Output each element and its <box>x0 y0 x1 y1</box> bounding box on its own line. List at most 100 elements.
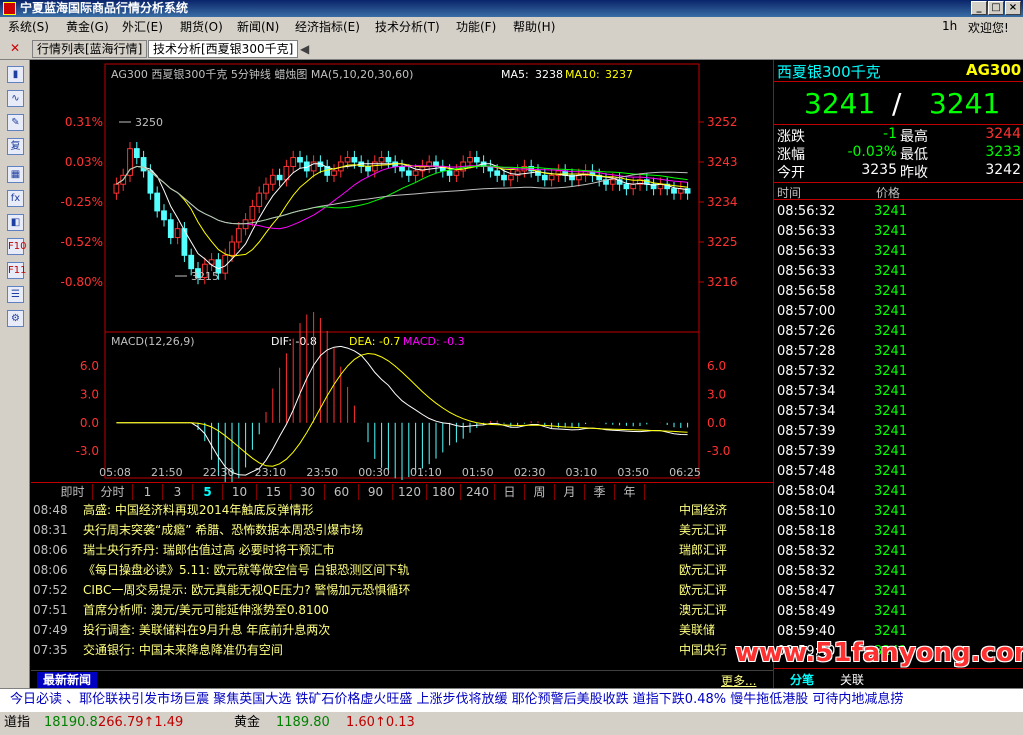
candle-body <box>331 170 337 176</box>
tick-time: 08:58:47 <box>777 584 836 599</box>
time-tick-label: 00:30 <box>358 466 390 479</box>
menu-forex[interactable]: 外汇(E) <box>122 19 163 35</box>
news-title[interactable]: 交通银行: 中国未来降息降准仍有空间 <box>83 640 283 660</box>
chart-svg[interactable]: AG300 西夏银300千克 5分钟线 蜡烛图 MA(5,10,20,30,60… <box>31 60 773 486</box>
news-latest-tab[interactable]: 最新新闻 <box>37 672 97 688</box>
tick-time: 08:58:49 <box>777 604 836 619</box>
stat-value: 3235 <box>861 162 897 178</box>
news-item[interactable]: 07:35 交通银行: 中国未来降息降准仍有空间 中国央行 <box>31 640 773 660</box>
candle-body <box>229 241 235 256</box>
menu-technical-analysis[interactable]: 技术分析(T) <box>375 19 440 35</box>
maximize-button[interactable]: □ <box>988 1 1004 15</box>
candle-body <box>507 174 514 181</box>
time-tick-label: 21:50 <box>151 466 183 479</box>
period-9[interactable]: 90 <box>359 484 393 500</box>
f11-icon[interactable]: F11 <box>7 262 26 279</box>
tick-time: 08:58:04 <box>777 484 836 499</box>
news-item[interactable]: 08:31 央行周末突袭“成瘾” 希腊、恐怖数据本周恐引爆市场 美元汇评 <box>31 520 773 540</box>
tick-time: 08:58:32 <box>777 544 836 559</box>
news-item[interactable]: 07:51 首席分析师: 澳元/美元可能延伸涨势至0.8100 澳元汇评 <box>31 600 773 620</box>
period-13[interactable]: 日 <box>495 484 525 500</box>
period-4[interactable]: 5 <box>193 484 223 500</box>
f10-icon[interactable]: F10 <box>7 238 26 255</box>
period-16[interactable]: 季 <box>585 484 615 500</box>
restore-icon[interactable]: 复 <box>7 138 24 155</box>
candlestick-icon[interactable]: ▮ <box>7 66 24 83</box>
period-17[interactable]: 年 <box>615 484 645 500</box>
tab-related[interactable]: 关联 <box>840 671 864 688</box>
candle-body <box>405 170 412 176</box>
tab-bar: ✕ 行情列表[蓝海行情] 技术分析[西夏银300千克] ◀ <box>0 37 1023 60</box>
period-6[interactable]: 15 <box>257 484 291 500</box>
menu-help[interactable]: 帮助(H) <box>513 19 555 35</box>
period-2[interactable]: 1 <box>133 484 163 500</box>
period-10[interactable]: 120 <box>393 484 427 500</box>
period-0[interactable]: 即时 <box>53 484 93 500</box>
news-item[interactable]: 08:48 高盛: 中国经济料再现2014年触底反弹情形 中国经济 <box>31 500 773 520</box>
news-item[interactable]: 07:52 CIBC一周交易提示: 欧元真能无视QE压力? 警惕加元恐惧循环 欧元汇… <box>31 580 773 600</box>
tick-list[interactable]: 08:56:32 3241 08:56:33 3241 08:56:33 3241 08:5… <box>774 202 1023 667</box>
news-title[interactable]: 高盛: 中国经济料再现2014年触底反弹情形 <box>83 500 313 520</box>
period-12[interactable]: 240 <box>461 484 495 500</box>
price-separator: / <box>892 87 902 120</box>
period-15[interactable]: 月 <box>555 484 585 500</box>
news-more-link[interactable]: 更多... <box>721 672 756 689</box>
news-title[interactable]: 首席分析师: 澳元/美元可能延伸涨势至0.8100 <box>83 600 329 620</box>
draw-icon[interactable]: ✎ <box>7 114 24 131</box>
news-item[interactable]: 08:06 瑞士央行乔丹: 瑞郎估值过高 必要时将干预汇市 瑞郎汇评 <box>31 540 773 560</box>
menu-futures[interactable]: 期货(O) <box>180 19 223 35</box>
menu-gold[interactable]: 黄金(G) <box>66 19 109 35</box>
tick-price: 3241 <box>874 464 908 479</box>
news-title[interactable]: 投行调查: 美联储料在9月升息 年底前升息两次 <box>83 620 330 640</box>
tick-row: 08:58:47 3241 <box>774 582 1023 602</box>
grid-icon[interactable]: ▦ <box>7 166 24 183</box>
period-14[interactable]: 周 <box>525 484 555 500</box>
menu-system[interactable]: 系统(S) <box>8 19 49 35</box>
menu-economic-indicators[interactable]: 经济指标(E) <box>295 19 360 35</box>
quote-bottom-tabs: 分笔 关联 <box>774 668 1023 688</box>
settings-icon[interactable]: ⚙ <box>7 310 24 327</box>
news-title[interactable]: 瑞士央行乔丹: 瑞郎估值过高 必要时将干预汇市 <box>83 540 335 560</box>
quote-panel: 西夏银300千克 AG300 3241 / 3241 涨跌 -1 最高 3244 涨幅 -… <box>773 60 1023 688</box>
period-1[interactable]: 分时 <box>93 484 133 500</box>
tab-technical-analysis[interactable]: 技术分析[西夏银300千克] <box>148 40 299 58</box>
formula-icon[interactable]: fx <box>7 190 24 207</box>
news-item[interactable]: 08:06 《每日操盘必读》5.11: 欧元就等做空信号 白银恐测区间下轨 欧元汇评 <box>31 560 773 580</box>
indicator-icon[interactable]: ◧ <box>7 214 24 231</box>
menu-news[interactable]: 新闻(N) <box>237 19 279 35</box>
tick-col-time: 时间 <box>777 186 802 200</box>
period-11[interactable]: 180 <box>427 484 461 500</box>
line-chart-icon[interactable]: ∿ <box>7 90 24 107</box>
tick-col-price: 价格 <box>876 186 901 200</box>
news-title[interactable]: 《每日操盘必读》5.11: 欧元就等做空信号 白银恐测区间下轨 <box>83 560 409 580</box>
tick-row: 08:58:18 3241 <box>774 522 1023 542</box>
ma5-value: 3238 <box>535 68 563 81</box>
tick-price: 3241 <box>874 224 908 239</box>
news-item[interactable]: 07:49 投行调查: 美联储料在9月升息 年底前升息两次 美联储 <box>31 620 773 640</box>
tab-scroll-icon[interactable]: ◀ <box>300 42 309 56</box>
period-7[interactable]: 30 <box>291 484 325 500</box>
left-tick-label: 0.03% <box>65 155 103 169</box>
tab-trades[interactable]: 分笔 <box>790 671 814 688</box>
stat-value: -1 <box>883 126 897 142</box>
news-title[interactable]: CIBC一周交易提示: 欧元真能无视QE压力? 警惕加元恐惧循环 <box>83 580 410 600</box>
macd-header: MACD(12,26,9) <box>111 335 195 348</box>
tick-row: 08:57:39 3241 <box>774 422 1023 442</box>
close-button[interactable]: × <box>1005 1 1021 15</box>
list-icon[interactable]: ☰ <box>7 286 24 303</box>
period-5[interactable]: 10 <box>223 484 257 500</box>
tab-quote-list[interactable]: 行情列表[蓝海行情] <box>32 40 148 58</box>
macd-right-tick: 3.0 <box>707 387 726 401</box>
menu-function[interactable]: 功能(F) <box>456 19 496 35</box>
news-title[interactable]: 央行周末突袭“成瘾” 希腊、恐怖数据本周恐引爆市场 <box>83 520 363 540</box>
period-8[interactable]: 60 <box>325 484 359 500</box>
close-tab-icon[interactable]: ✕ <box>10 41 20 55</box>
news-ticker[interactable]: 今日必读 、耶伦联袂引发市场巨震 聚焦英国大选 铁矿石价格虚火旺盛 上涨步伐将放… <box>0 688 1023 712</box>
tick-time: 08:56:33 <box>777 264 836 279</box>
tick-row: 08:56:33 3241 <box>774 262 1023 282</box>
news-source: 澳元汇评 <box>679 603 728 617</box>
candle-body <box>541 174 548 181</box>
period-3[interactable]: 3 <box>163 484 193 500</box>
minimize-button[interactable]: _ <box>971 1 987 15</box>
ticker-text: 今日必读 、耶伦联袂引发市场巨震 聚焦英国大选 铁矿石价格虚火旺盛 上涨步伐将放… <box>10 692 904 707</box>
